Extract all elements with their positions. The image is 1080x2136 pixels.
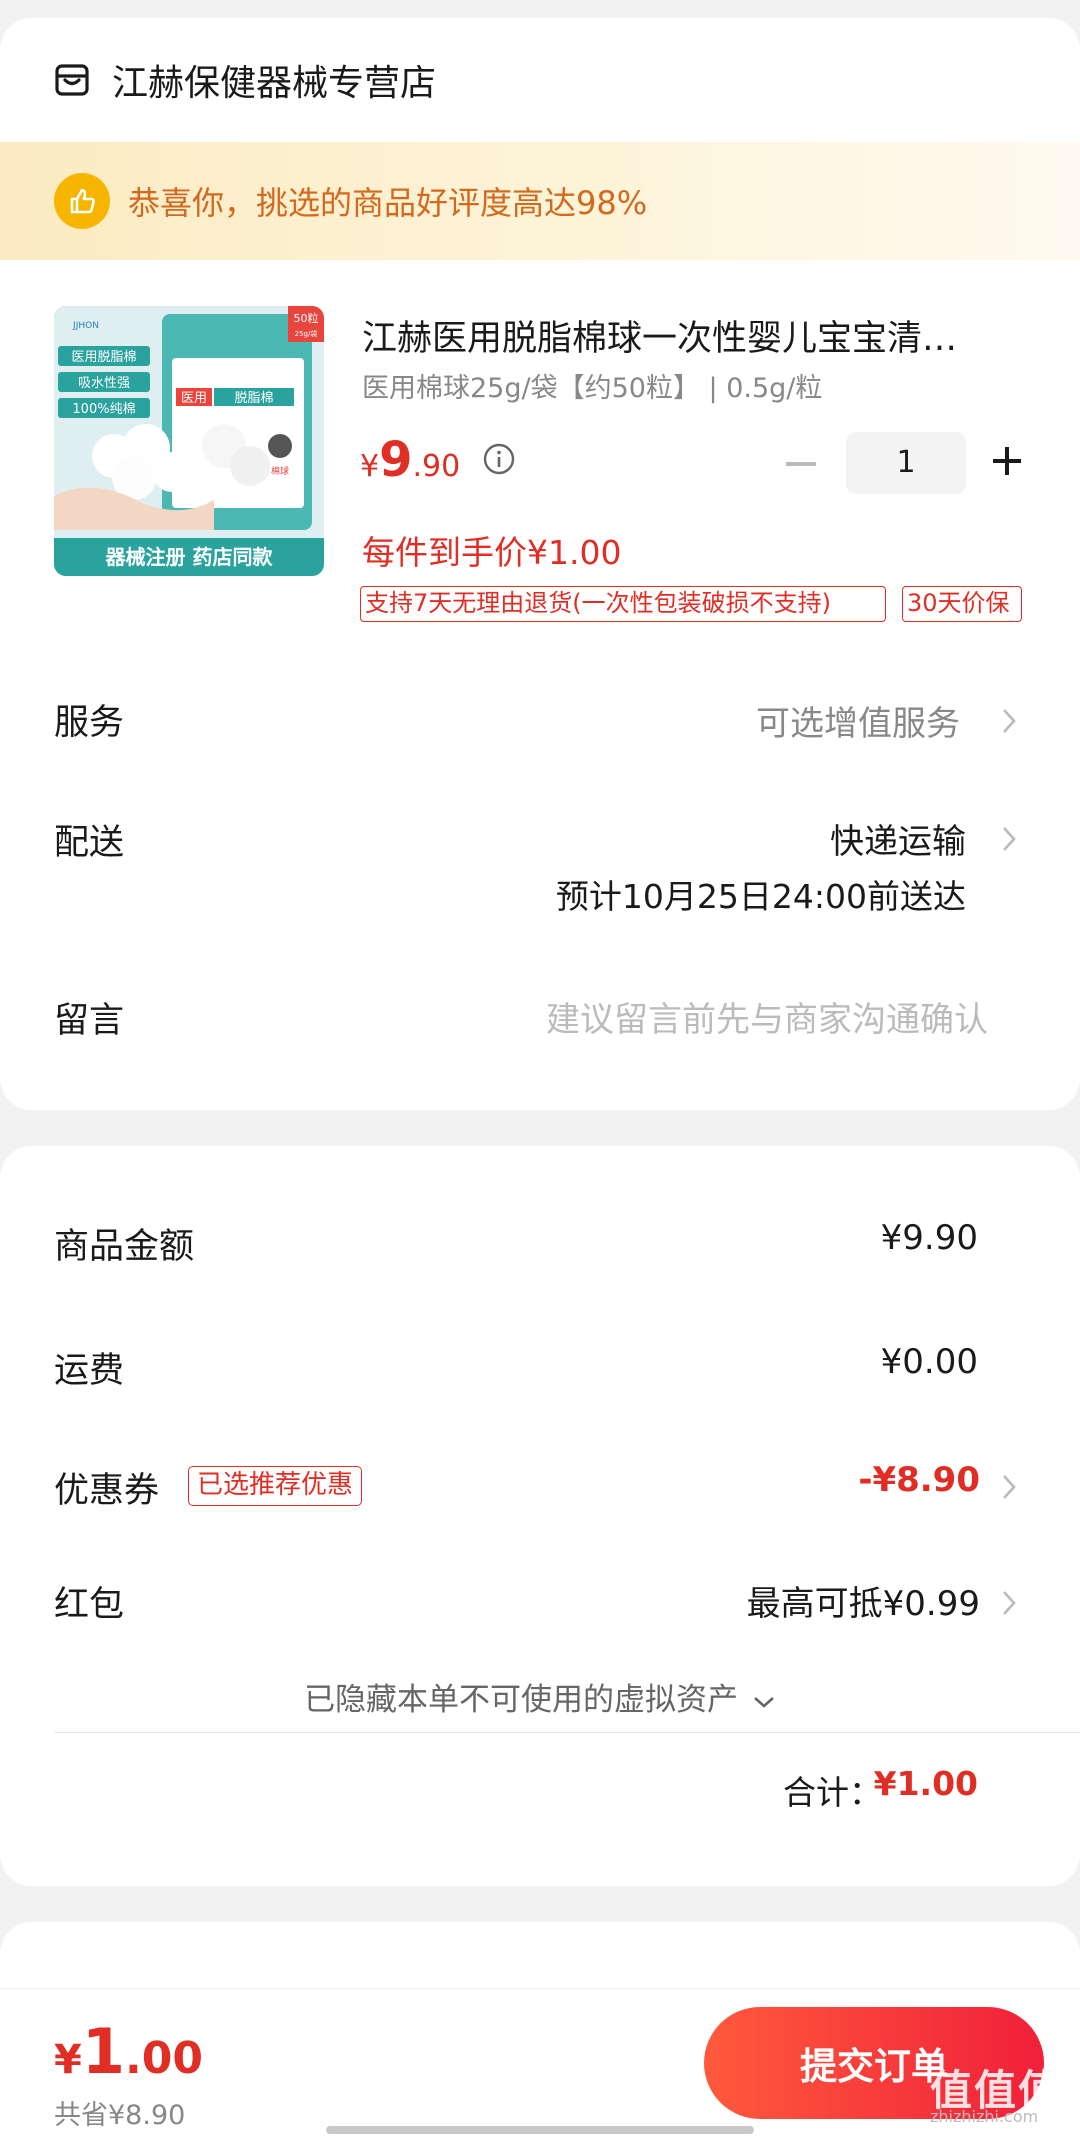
- chevron-right-icon: [1003, 1475, 1016, 1499]
- shop-header[interactable]: 江赫保健器械专营店: [0, 18, 1080, 142]
- total-value: ¥1.00: [873, 1764, 978, 1803]
- quantity-input[interactable]: 1: [846, 432, 966, 494]
- promo-text: 恭喜你，挑选的商品好评度高达98%: [128, 184, 648, 222]
- store-icon: [55, 64, 89, 96]
- hidden-assets-toggle[interactable]: 已隐藏本单不可使用的虚拟资产: [0, 1674, 1080, 1719]
- home-indicator[interactable]: [326, 2126, 754, 2134]
- image-label-1: 医用脱脂棉: [71, 350, 136, 365]
- coupon-selected-tag: 已选推荐优惠: [188, 1466, 363, 1506]
- image-label-2: 吸水性强: [78, 376, 130, 391]
- image-label-3: 100%纯棉: [72, 402, 135, 417]
- price-symbol: ¥: [360, 449, 380, 484]
- info-icon[interactable]: [482, 442, 516, 476]
- chevron-right-icon: [1003, 1591, 1016, 1615]
- order-item-card: 江赫保健器械专营店 恭喜你，挑选的商品好评度高达98% 50粒 25g/袋 医用…: [0, 18, 1080, 1110]
- service-value: 可选增值服务: [756, 704, 960, 744]
- shipping-fee-label: 运费: [54, 1351, 125, 1391]
- product-image[interactable]: 50粒 25g/袋 医用脱脂棉 吸水性强 100%纯棉 医用 脱脂棉 棉球 JJ…: [54, 306, 324, 576]
- image-pkg-title-2: 脱脂棉: [234, 391, 273, 406]
- saved-amount: 共省¥8.90: [54, 2100, 186, 2131]
- checkout-bar: ¥1.00 共省¥8.90 提交订单 值值值 zhizhizhi.com: [0, 1988, 1080, 2136]
- image-badge: 50粒: [294, 311, 319, 325]
- divider: [54, 1732, 1080, 1733]
- total-label: 合计：: [783, 1773, 882, 1812]
- pay-decimal: .00: [124, 2033, 203, 2084]
- shipping-fee-value: ¥0.00: [880, 1342, 978, 1382]
- chevron-right-icon: [1003, 827, 1016, 851]
- coupon-label: 优惠券: [54, 1471, 160, 1511]
- product-title[interactable]: 江赫医用脱脂棉球一次性婴儿宝宝清…: [362, 310, 1022, 361]
- message-label: 留言: [54, 1001, 125, 1041]
- pay-symbol: ¥: [54, 2037, 82, 2083]
- image-pkg-title-1: 医用: [181, 391, 207, 406]
- chevron-down-icon: [754, 1696, 774, 1708]
- unit-final-price: 每件到手价¥1.00: [362, 533, 622, 572]
- message-input[interactable]: 建议留言前先与商家沟通确认: [546, 992, 988, 1041]
- coupon-value: -¥8.90: [858, 1460, 980, 1500]
- price-summary-card: 商品金额 ¥9.90 运费 ¥0.00 优惠券 已选推荐优惠 -¥8.90 红包…: [0, 1146, 1080, 1886]
- price-integer: 9: [379, 432, 413, 488]
- quantity-increase-button[interactable]: [990, 444, 1024, 478]
- product-spec[interactable]: 医用棉球25g/袋【约50粒】 | 0.5g/粒: [362, 366, 822, 405]
- pay-amount: ¥1.00: [54, 2015, 203, 2088]
- delivery-eta: 预计10月25日24:00前送达: [555, 877, 966, 916]
- pay-integer: 1: [81, 2015, 125, 2088]
- return-policy-tag: 支持7天无理由退货(一次性包装破损不支持): [360, 586, 886, 622]
- chevron-right-icon: [1003, 709, 1016, 733]
- image-badge-sub: 25g/袋: [295, 329, 318, 338]
- quantity-decrease-button[interactable]: [786, 462, 816, 466]
- service-label: 服务: [54, 703, 125, 743]
- goods-amount-label: 商品金额: [54, 1227, 195, 1267]
- watermark-url: zhizhizhi.com: [930, 2107, 1039, 2126]
- image-footer: 器械注册 药店同款: [105, 545, 274, 569]
- hidden-assets-text: 已隐藏本单不可使用的虚拟资产: [304, 1682, 739, 1718]
- delivery-method: 快递运输: [830, 822, 966, 862]
- product-price: ¥9.90: [360, 432, 460, 488]
- red-packet-value: 最高可抵¥0.99: [746, 1584, 980, 1624]
- price-protection-tag: 30天价保: [902, 586, 1022, 622]
- goods-amount-value: ¥9.90: [880, 1218, 978, 1258]
- price-decimal: .90: [412, 449, 461, 484]
- delivery-label: 配送: [54, 823, 125, 863]
- promo-banner: 恭喜你，挑选的商品好评度高达98%: [0, 142, 1080, 260]
- thumbs-up-icon: [54, 173, 110, 229]
- image-pkg-tag: 棉球: [271, 465, 289, 477]
- red-packet-label: 红包: [54, 1585, 125, 1625]
- shop-name: 江赫保健器械专营店: [112, 63, 437, 104]
- image-brand: JJHON: [72, 321, 99, 331]
